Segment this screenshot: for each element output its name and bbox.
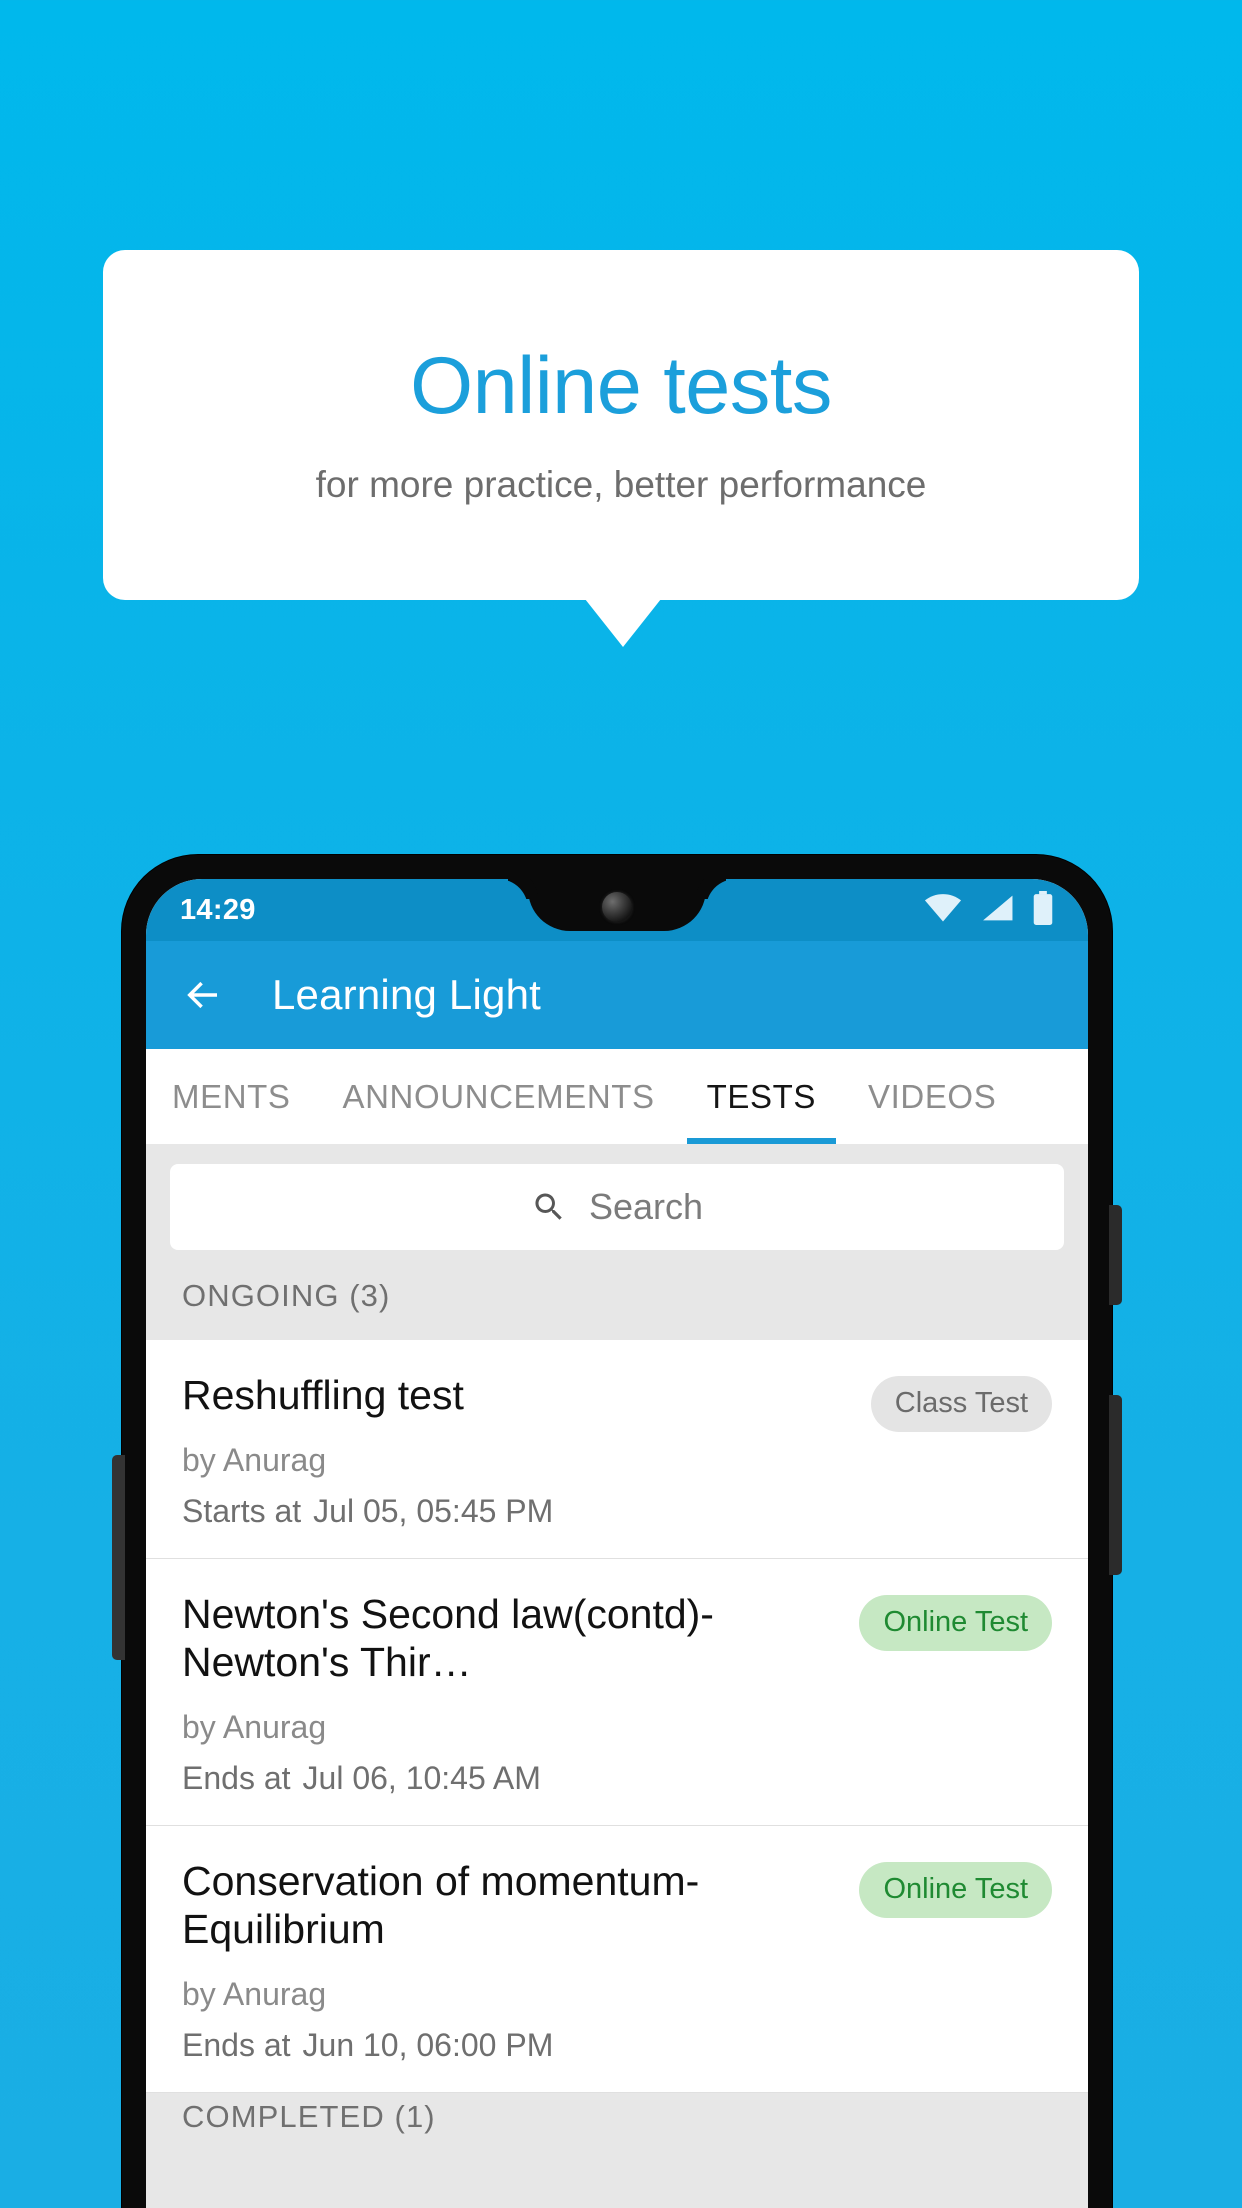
test-title: Newton's Second law(contd)-Newton's Thir… [182, 1590, 714, 1685]
test-title: Reshuffling test [182, 1372, 464, 1418]
test-schedule-label: Ends at [182, 2026, 291, 2063]
test-schedule-label: Ends at [182, 1759, 291, 1796]
tests-list: Reshuffling test by Anurag Starts at Jul … [146, 1340, 1088, 2093]
tab-tests[interactable]: TESTS [681, 1049, 842, 1144]
battery-icon [1032, 890, 1054, 930]
promo-card-tail [585, 599, 661, 647]
search-input[interactable]: Search [170, 1164, 1064, 1250]
test-author: by Anurag [182, 1975, 327, 2012]
promo-card: Online tests for more practice, better p… [103, 250, 1139, 600]
test-schedule-value: Jul 05, 05:45 PM [313, 1492, 554, 1529]
table-row[interactable]: Reshuffling test by Anurag Starts at Jul … [146, 1340, 1088, 1559]
test-author: by Anurag [182, 1441, 327, 1478]
test-schedule-value: Jul 06, 10:45 AM [302, 1759, 541, 1796]
section-header-completed: COMPLETED (1) [146, 2092, 1088, 2161]
test-schedule: Ends at Jul 06, 10:45 AM [182, 1760, 841, 1797]
app-bar-title: Learning Light [272, 971, 542, 1018]
status-bar: 14:29 [146, 879, 1088, 941]
table-row[interactable]: Newton's Second law(contd)-Newton's Thir… [146, 1558, 1088, 1826]
test-info: Newton's Second law(contd)-Newton's Thir… [182, 1591, 841, 1797]
test-schedule-value: Jun 10, 06:00 PM [302, 2026, 554, 2063]
section-header-ongoing: ONGOING (3) [146, 1272, 1088, 1340]
phone-screen: 14:29 Learning Light MENTS ANNOUNCEMENTS… [146, 879, 1088, 2208]
app-bar: Learning Light [146, 941, 1088, 1049]
table-row[interactable]: Conservation of momentum-Equilibrium by … [146, 1825, 1088, 2093]
promo-subtitle: for more practice, better performance [315, 463, 927, 505]
status-bar-icons [924, 890, 1054, 930]
tests-tab-content: Search ONGOING (3) Reshuffling test by A… [146, 1144, 1088, 2208]
tab-videos[interactable]: VIDEOS [842, 1049, 1022, 1144]
status-bar-clock: 14:29 [180, 893, 256, 926]
phone-volume-button [1109, 1395, 1122, 1575]
wifi-icon [924, 893, 962, 928]
back-arrow-icon[interactable] [182, 974, 224, 1016]
tab-assignments[interactable]: MENTS [146, 1049, 317, 1144]
front-camera-lens [602, 892, 632, 922]
phone-power-button [1109, 1205, 1122, 1305]
promo-title: Online tests [410, 341, 832, 432]
test-title: Conservation of momentum-Equilibrium [182, 1857, 700, 1952]
search-container: Search [146, 1144, 1088, 1272]
test-info: Conservation of momentum-Equilibrium by … [182, 1858, 841, 2064]
tab-announcements[interactable]: ANNOUNCEMENTS [317, 1049, 681, 1144]
test-schedule-label: Starts at [182, 1492, 302, 1529]
test-info: Reshuffling test by Anurag Starts at Jul … [182, 1372, 853, 1530]
test-schedule: Ends at Jun 10, 06:00 PM [182, 2027, 841, 2064]
signal-icon [980, 893, 1014, 928]
tab-bar: MENTS ANNOUNCEMENTS TESTS VIDEOS [146, 1049, 1088, 1144]
status-badge: Online Test [859, 1861, 1052, 1918]
phone-side-button-left [112, 1455, 125, 1660]
status-badge: Online Test [859, 1594, 1052, 1651]
phone-device-frame: 14:29 Learning Light MENTS ANNOUNCEMENTS… [112, 855, 1122, 2208]
search-placeholder-text: Search [588, 1186, 704, 1227]
status-badge: Class Test [870, 1376, 1052, 1432]
test-schedule: Starts at Jul 05, 05:45 PM [182, 1493, 853, 1530]
test-author: by Anurag [182, 1708, 327, 1745]
search-icon [531, 1189, 567, 1225]
